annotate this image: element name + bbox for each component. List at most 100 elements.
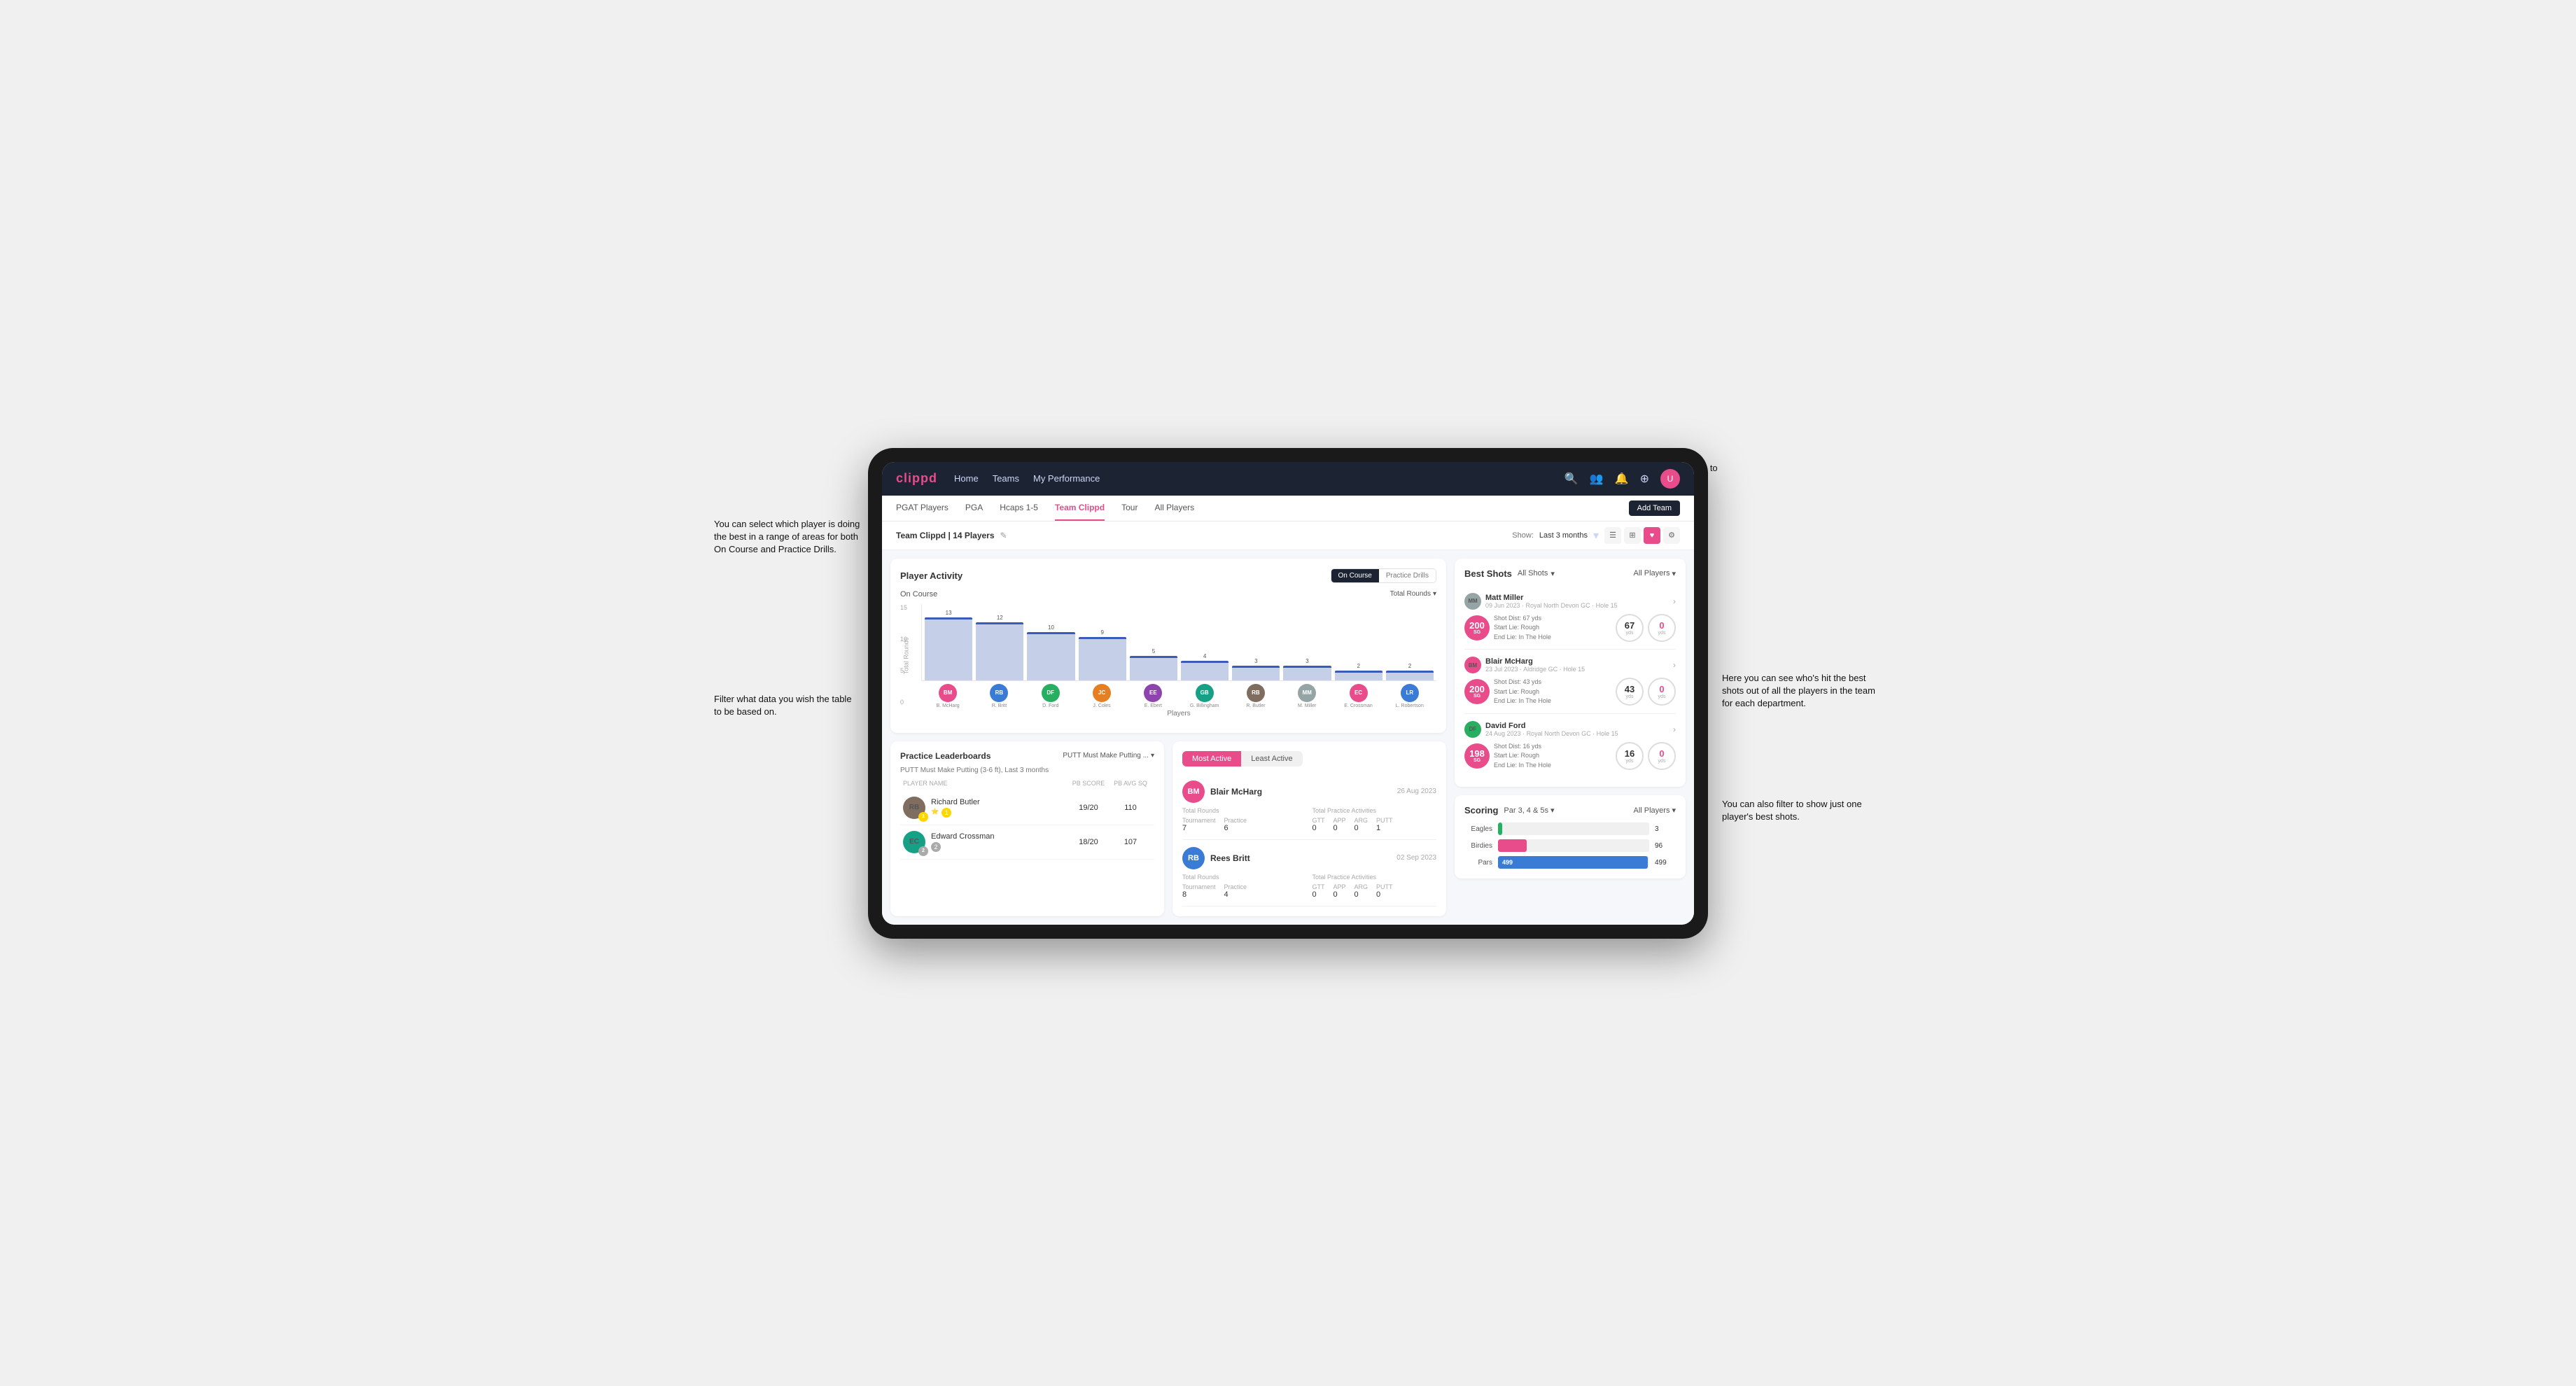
player-item-rb: RB R. Britt [975,684,1023,708]
view-icons: ☰ ⊞ ♥ ⚙ [1604,527,1680,544]
scoring-players-chevron-icon: ▾ [1672,806,1676,815]
most-active-tab[interactable]: Most Active [1182,751,1241,766]
on-course-toggle[interactable]: On Course [1331,569,1379,582]
grid-view-btn[interactable]: ⊞ [1624,527,1641,544]
nav-link-performance[interactable]: My Performance [1033,470,1100,486]
active-name-bm: Blair McHarg [1210,787,1262,797]
shot-avatar-df: DF [1464,721,1481,738]
scoring-card: Scoring Par 3, 4 & 5s ▾ All Players ▾ [1455,795,1686,878]
shot-badge-label-mm: SG [1474,630,1480,635]
shot-player-row-bm: BM Blair McHarg 23 Jul 2023 · Aldridge G… [1464,657,1676,673]
tab-pgat-players[interactable]: PGAT Players [896,496,948,521]
scoring-filter-chevron-icon: ▾ [1550,806,1555,815]
on-course-label: On Course [900,590,937,598]
practice-drills-toggle[interactable]: Practice Drills [1379,569,1436,582]
shot-metrics-df: 198 SG Shot Dist: 16 yds Start Lie: Roug… [1464,742,1676,771]
bell-icon[interactable]: 🔔 [1615,472,1629,486]
leaderboard-filter-chevron: ▾ [1151,752,1154,760]
shot-zero-num-mm: 0 [1659,620,1664,631]
users-icon[interactable]: 👥 [1590,472,1604,486]
all-players-chevron-icon: ▾ [1672,569,1676,578]
shot-desc-mm: Shot Dist: 67 yds Start Lie: Rough End L… [1494,614,1611,643]
tab-all-players[interactable]: All Players [1154,496,1194,521]
tab-hcaps[interactable]: Hcaps 1-5 [1000,496,1038,521]
active-date-rb: 02 Sep 2023 [1396,854,1436,862]
tab-pga[interactable]: PGA [965,496,983,521]
birdies-bar-track [1498,839,1649,852]
top-nav: clippd Home Teams My Performance 🔍 👥 🔔 ⊕… [882,462,1694,496]
nav-link-teams[interactable]: Teams [993,470,1019,486]
plus-icon[interactable]: ⊕ [1640,472,1649,486]
pars-value: 499 [1655,859,1676,867]
sub-nav: PGAT Players PGA Hcaps 1-5 Team Clippd T… [882,496,1694,522]
lb-avatar-crossman: EC 2 [903,831,925,853]
shot-desc-bm: Shot Dist: 43 yds Start Lie: Rough End L… [1494,678,1611,706]
shot-metrics-bm: 200 SG Shot Dist: 43 yds Start Lie: Roug… [1464,678,1676,706]
heart-view-btn[interactable]: ♥ [1644,527,1660,544]
lb-avatar-butler: RB 1 [903,797,925,819]
player-item-df: DF D. Ford [1027,684,1074,708]
active-stats-rb: Total Rounds Tournament 8 Practice [1182,874,1436,899]
shot-zero-num-df: 0 [1659,748,1664,759]
lb-col-player-name: PLAYER NAME [903,780,1068,787]
shot-badge-mm: 200 SG [1464,615,1490,640]
scoring-filter[interactable]: Par 3, 4 & 5s ▾ [1504,806,1554,815]
player-item-mm: MM M. Miller [1283,684,1331,708]
shot-entry-bm[interactable]: BM Blair McHarg 23 Jul 2023 · Aldridge G… [1464,650,1676,714]
lb-row-butler[interactable]: RB 1 Richard Butler ⭐ 1 [900,791,1154,825]
shot-entry-mm[interactable]: MM Matt Miller 09 Jun 2023 · Royal North… [1464,586,1676,650]
active-card-header: Most Active Least Active [1182,751,1436,766]
leaderboard-filter[interactable]: PUTT Must Make Putting ... ▾ [1063,752,1154,760]
avatar-mm: MM [1298,684,1316,702]
bar-b-mcharg: 13 [925,610,972,680]
eagles-bar-track [1498,822,1649,835]
left-column: Player Activity On Course Practice Drill… [890,559,1446,916]
birdies-label: Birdies [1464,842,1492,850]
lb-badge-gold: 1 [918,812,928,822]
chevron-down-icon[interactable]: ▾ [1593,528,1599,542]
active-date-bm: 26 Aug 2023 [1397,788,1436,795]
putt-val-rb: 0 [1376,890,1393,899]
lb-player-info-crossman: EC 2 Edward Crossman 2 [903,831,1068,853]
user-avatar[interactable]: U [1660,469,1680,489]
bar-g-billingham: 4 [1181,653,1228,680]
annotation-right-bottom: You can also filter to show just one pla… [1722,798,1876,823]
filter-chevron-icon: ▾ [1433,590,1436,598]
show-period-selector[interactable]: Last 3 months [1539,531,1588,540]
nav-link-home[interactable]: Home [954,470,979,486]
best-shots-title: Best Shots [1464,568,1512,579]
least-active-tab[interactable]: Least Active [1241,751,1302,766]
add-team-button[interactable]: Add Team [1629,500,1680,516]
bar-j-coles: 9 [1079,629,1126,680]
rank-badge-2: 2 [931,842,941,852]
active-player-row-bm: BM Blair McHarg 26 Aug 2023 Total Rounds [1182,774,1436,840]
tab-tour[interactable]: Tour [1121,496,1138,521]
lb-score-crossman: 18/20 [1068,838,1110,846]
edit-team-icon[interactable]: ✎ [1000,531,1007,540]
list-view-btn[interactable]: ☰ [1604,527,1621,544]
birdies-bar-fill [1498,839,1527,852]
avatar-lr: LR [1401,684,1419,702]
shot-chevron-icon-bm: › [1673,660,1676,670]
show-controls: Show: Last 3 months ▾ ☰ ⊞ ♥ ⚙ [1512,527,1680,544]
chart-filter[interactable]: Total Rounds ▾ [1390,590,1436,598]
tab-team-clippd[interactable]: Team Clippd [1055,496,1105,521]
y-axis: 15 10 5 0 [900,604,920,708]
app-val-bm: 0 [1334,824,1346,832]
team-header: Team Clippd | 14 Players ✎ Show: Last 3 … [882,522,1694,550]
shot-badge-num-bm: 200 [1469,685,1485,694]
shot-yds-num-mm: 67 [1625,620,1634,631]
nav-right: 🔍 👥 🔔 ⊕ U [1564,469,1680,489]
scoring-players-filter[interactable]: All Players ▾ [1634,806,1676,815]
shot-entry-df[interactable]: DF David Ford 24 Aug 2023 · Royal North … [1464,714,1676,778]
lb-col-pb-score: PB SCORE [1068,780,1110,787]
player-activity-title: Player Activity [900,570,962,581]
best-shots-filter[interactable]: All Shots ▾ [1518,569,1555,578]
settings-view-btn[interactable]: ⚙ [1663,527,1680,544]
name-rbu: R. Butler [1246,704,1265,708]
search-icon[interactable]: 🔍 [1564,472,1578,486]
name-rb: R. Britt [992,704,1007,708]
best-shots-players-filter[interactable]: All Players ▾ [1634,569,1676,578]
avatar-rbu: RB [1247,684,1265,702]
lb-row-crossman[interactable]: EC 2 Edward Crossman 2 [900,825,1154,860]
